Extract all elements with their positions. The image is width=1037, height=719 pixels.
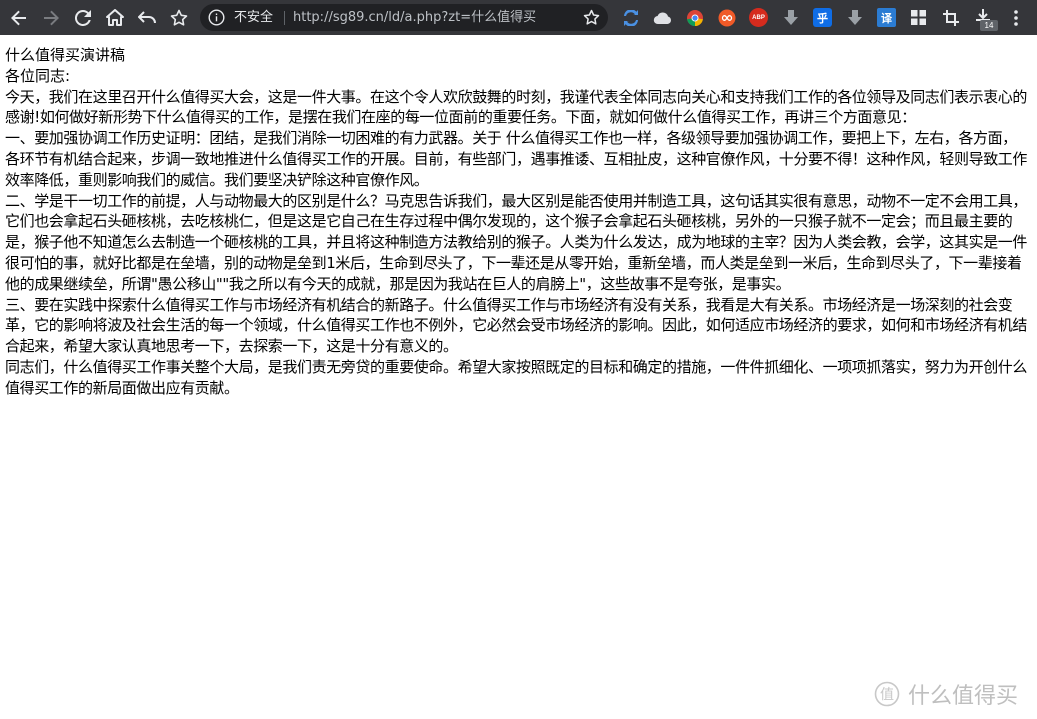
adblock-label: ABP bbox=[752, 14, 765, 21]
watermark-text: 什么值得买 bbox=[908, 684, 1019, 709]
forward-arrow-icon bbox=[44, 10, 59, 25]
undo-button[interactable] bbox=[136, 0, 158, 35]
sync-extension-icon[interactable] bbox=[621, 8, 640, 27]
infinity-extension-icon[interactable] bbox=[717, 8, 736, 27]
grid-extension-icon[interactable] bbox=[909, 8, 928, 27]
download-arrow-extension-icon[interactable] bbox=[781, 8, 800, 27]
zhihu-extension-icon[interactable]: 乎 bbox=[813, 8, 832, 27]
url-text[interactable]: http://sg89.cn/ld/a.php?zt=什么值得买 bbox=[293, 4, 536, 31]
browser-toolbar: 不安全 http://sg89.cn/ld/a.php?zt=什么值得买 ABP… bbox=[0, 0, 1037, 35]
undo-icon bbox=[138, 10, 156, 23]
home-button[interactable] bbox=[104, 0, 126, 35]
adblock-plus-extension-icon[interactable]: ABP bbox=[749, 8, 768, 27]
watermark: 值 什么值得买 bbox=[874, 679, 1018, 709]
paragraph-two: 二、学是干一切工作的前提，人与动物最大的区别是什么？马克思告诉我们，最大区别是能… bbox=[5, 191, 1028, 293]
reload-icon bbox=[75, 9, 91, 26]
bookmark-star-button[interactable] bbox=[168, 0, 190, 35]
paragraph-one: 一、要加强协调工作历史证明：团结，是我们消除一切困难的有力武器。关于 什么值得买… bbox=[5, 129, 1028, 189]
speech-document: 什么值得买演讲稿 各位同志: 今天，我们在这里召开什么值得买大会，这是一件大事。… bbox=[5, 45, 1030, 399]
save-arrow-extension-icon[interactable] bbox=[845, 8, 864, 27]
browser-menu-button[interactable] bbox=[1006, 0, 1026, 35]
cloud-extension-icon[interactable] bbox=[653, 8, 672, 27]
address-separator bbox=[284, 11, 285, 25]
crop-extension-icon[interactable] bbox=[941, 8, 960, 27]
paragraph-intro: 今天，我们在这里召开什么值得买大会，这是一件大事。在这个令人欢欣鼓舞的时刻，我谨… bbox=[5, 87, 1028, 127]
translate-label: 译 bbox=[881, 12, 892, 25]
address-bar[interactable]: 不安全 http://sg89.cn/ld/a.php?zt=什么值得买 bbox=[200, 4, 608, 31]
paragraph-three: 三、要在实践中探索什么值得买工作与市场经济有机结合的新路子。什么值得买工作与市场… bbox=[5, 295, 1028, 356]
document-greeting: 各位同志: bbox=[5, 66, 71, 85]
download-count-badge: 14 bbox=[980, 20, 998, 31]
chrome-colorful-extension-icon[interactable] bbox=[685, 8, 704, 27]
svg-text:值: 值 bbox=[880, 687, 894, 703]
bookmark-star-icon[interactable] bbox=[583, 9, 600, 26]
back-arrow-icon bbox=[11, 10, 26, 25]
star-outline-icon bbox=[170, 9, 188, 26]
document-title: 什么值得买演讲稿 bbox=[5, 46, 126, 64]
reload-button[interactable] bbox=[72, 0, 94, 35]
info-icon[interactable] bbox=[208, 9, 225, 26]
smzdm-logo-icon: 值 bbox=[874, 681, 900, 707]
paragraph-closing: 同志们，什么值得买工作事关整个大局，是我们责无旁贷的重要使命。希望大家按照既定的… bbox=[5, 357, 1028, 397]
kebab-menu-icon bbox=[1014, 9, 1018, 26]
security-status[interactable]: 不安全 bbox=[234, 4, 273, 31]
translate-extension-icon[interactable]: 译 bbox=[877, 8, 896, 27]
back-button[interactable] bbox=[8, 0, 30, 35]
zhihu-label: 乎 bbox=[817, 12, 828, 25]
forward-button[interactable] bbox=[40, 0, 62, 35]
home-icon bbox=[106, 9, 124, 26]
